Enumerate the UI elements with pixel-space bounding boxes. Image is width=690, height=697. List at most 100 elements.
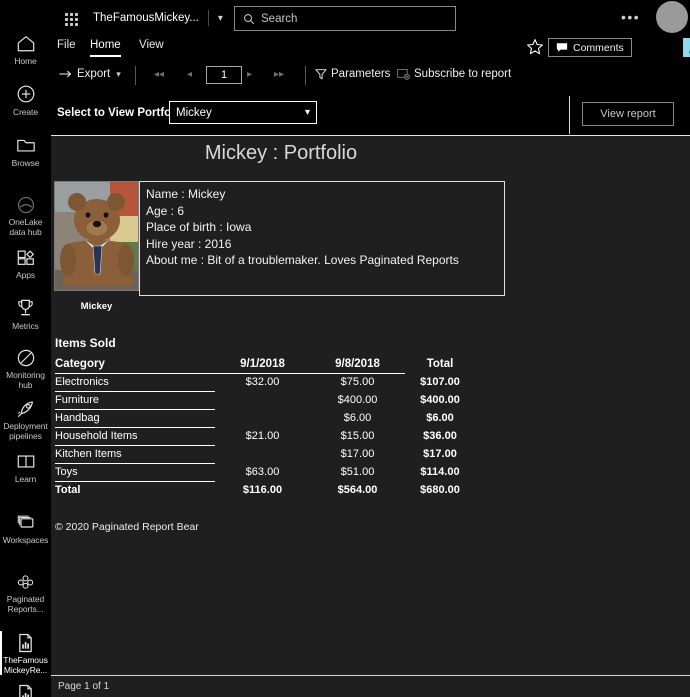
report-icon [14, 633, 38, 653]
table-row: Electronics $32.00 $75.00 $107.00 [55, 373, 475, 392]
sidebar-item-deployment-pipelines[interactable]: Deployment pipelines [0, 397, 51, 441]
bio-line-about: About me : Bit of a troublemaker. Loves … [146, 253, 459, 267]
bio-line-hire: Hire year : 2016 [146, 236, 232, 251]
bio-line-birth: Place of birth : Iowa [146, 220, 252, 234]
view-report-button[interactable]: View report [582, 102, 674, 126]
sidebar-item-browse[interactable]: Browse [0, 132, 51, 176]
comments-label: Comments [573, 41, 624, 54]
sidebar-item-workspaces[interactable]: Workspaces [0, 509, 51, 553]
sidebar-item-thefamous-mickeyre[interactable]: TheFamous MickeyRe... [0, 631, 51, 675]
page-number-input[interactable]: 1 [206, 66, 242, 84]
sidebar-item-onelake-data-hub[interactable]: OneLake data hub [0, 193, 51, 237]
table-row: Handbag $6.00 $6.00 [55, 409, 475, 428]
sidebar-item-sales-performance[interactable]: Sales Performance [0, 682, 51, 697]
cell-total: $400.00 [420, 394, 460, 406]
copyright-text: © 2020 Paginated Report Bear [55, 521, 199, 533]
subscribe-label: Subscribe to report [414, 68, 512, 80]
last-page-button[interactable]: ▸▸ [274, 69, 284, 80]
chevron-down-icon[interactable]: ▾ [116, 69, 121, 80]
divider [305, 66, 306, 85]
cell-total-label: Total [55, 484, 81, 496]
sidebar-item-metrics[interactable]: Metrics [0, 295, 51, 339]
cell-date-1: $63.00 [245, 466, 280, 478]
report-title: Mickey : Portfolio [204, 142, 358, 164]
search-placeholder: Search [261, 12, 298, 25]
table-header-row: Category 9/1/2018 9/8/2018 Total [55, 356, 475, 374]
comments-button[interactable]: Comments [548, 38, 632, 57]
sidebar-item-learn[interactable]: Learn [0, 448, 51, 492]
sidebar-item-label: Metrics [12, 321, 39, 331]
cell-date-1: $32.00 [245, 376, 280, 389]
sidebar-item-create[interactable]: Create [0, 81, 51, 125]
export-label: Export [77, 68, 111, 80]
sidebar-item-label: Monitoring hub [6, 370, 45, 390]
workspaces-icon [14, 511, 38, 533]
column-header-date-2: 9/8/2018 [310, 356, 405, 374]
comment-icon [556, 42, 568, 53]
parameter-bar: Select to View Portfolio Mickey ▾ View r… [51, 96, 690, 134]
chevron-down-icon[interactable]: ▾ [218, 13, 223, 24]
sidebar-item-home[interactable]: Home [0, 30, 51, 74]
subscribe-to-report-button[interactable]: Subscribe to report [397, 68, 511, 80]
export-button[interactable]: Export ▾ [59, 68, 121, 80]
sidebar-item-label: OneLake data hub [8, 217, 43, 237]
home-icon [14, 32, 38, 54]
filter-icon [315, 68, 327, 80]
cell-category: Household Items [55, 427, 215, 446]
search-icon [243, 13, 255, 25]
avatar[interactable] [656, 1, 688, 33]
favorite-star-icon[interactable] [526, 38, 544, 56]
share-button[interactable]: Share [683, 38, 690, 57]
tab-file[interactable]: File [57, 39, 76, 51]
portfolio-selected-value: Mickey [176, 106, 212, 119]
bio-info-box: Name : Mickey Age : 6 Place of birth : I… [139, 181, 505, 296]
cell-total: $114.00 [420, 466, 460, 478]
sidebar-item-label: Apps [16, 270, 35, 280]
tab-view[interactable]: View [139, 39, 164, 51]
sidebar-item-paginated-reports[interactable]: Paginated Reports... [0, 570, 51, 614]
items-sold-title: Items Sold [55, 336, 116, 350]
search-input[interactable]: Search [234, 6, 456, 31]
cell-date-1 [215, 392, 310, 410]
cell-date-2: $17.00 [340, 448, 375, 460]
cell-date-2: $75.00 [340, 376, 375, 389]
more-options-icon[interactable]: ••• [621, 10, 640, 24]
table-row: Kitchen Items $17.00 $17.00 [55, 445, 475, 464]
cell-date-2: $51.00 [340, 466, 375, 478]
cell-date-1 [215, 410, 310, 428]
cell-grand-total: $680.00 [420, 483, 460, 496]
table-row: Toys $63.00 $51.00 $114.00 [55, 463, 475, 482]
sidebar-item-label: Home [14, 56, 37, 66]
cell-total-date-2: $564.00 [337, 483, 378, 496]
bio-line-name: Name : Mickey [146, 187, 226, 201]
book-icon [14, 450, 38, 472]
cell-date-2: $6.00 [343, 412, 372, 424]
ribbon-tabs: File Home View Comments Share [51, 36, 690, 62]
left-navigation-rail: Home Create Browse OneLake data hub Apps Metr… [0, 0, 51, 697]
sidebar-item-monitoring-hub[interactable]: Monitoring hub [0, 346, 51, 390]
column-header-category: Category [55, 356, 215, 374]
tab-home[interactable]: Home [90, 39, 121, 57]
teddy-bear-photo [54, 181, 139, 291]
first-page-button[interactable]: ◂◂ [154, 69, 164, 80]
chevron-down-icon: ▾ [304, 107, 310, 118]
bio-line-age: Age : 6 [146, 203, 185, 218]
portfolio-select[interactable]: Mickey ▾ [169, 101, 317, 124]
previous-page-button[interactable]: ◂ [187, 69, 192, 80]
divider [569, 96, 570, 134]
cell-total: $17.00 [423, 448, 457, 460]
next-page-button[interactable]: ▸ [247, 69, 252, 80]
cell-total: $6.00 [426, 412, 454, 424]
cell-category: Toys [55, 463, 215, 482]
sidebar-item-label: TheFamous MickeyRe... [3, 655, 48, 675]
cell-category: Handbag [55, 409, 215, 428]
report-footer: Page 1 of 1 [51, 676, 690, 697]
sidebar-item-label: Workspaces [2, 535, 49, 545]
sidebar-item-label: Paginated Reports... [6, 594, 45, 614]
sidebar-item-apps[interactable]: Apps [0, 244, 51, 288]
workspace-name[interactable]: TheFamousMickey... [93, 12, 199, 24]
items-sold-table: Category 9/1/2018 9/8/2018 Total Electro… [55, 356, 475, 499]
parameters-button[interactable]: Parameters [315, 68, 390, 80]
divider [135, 66, 136, 85]
app-launcher-icon[interactable] [61, 10, 81, 28]
